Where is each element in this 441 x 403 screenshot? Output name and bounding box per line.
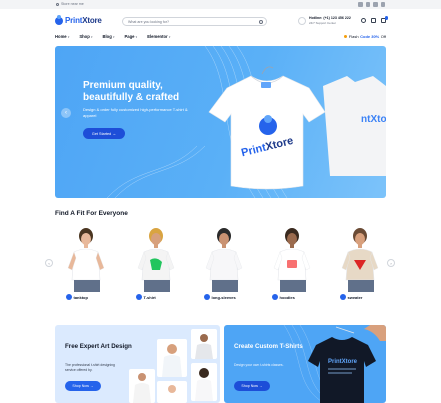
cart-badge [384,16,388,20]
category-model-image [205,228,243,292]
chevron-down-icon: ▾ [112,35,115,39]
search-placeholder: What are you looking for? [128,20,169,25]
chevron-down-icon: ▾ [168,35,171,39]
facebook-icon[interactable] [358,2,363,7]
black-shirt-brand-part-b: Xtore [342,359,358,365]
category-model-image [273,228,311,292]
hero-banner: ‹ Premium quality, beautifully & crafted… [55,46,386,198]
promo-code: Code 30% [360,34,380,39]
logo-text-part-b: Xtore [82,15,102,25]
promo-card-art-design[interactable]: Free Expert Art Design The professional … [55,325,220,403]
card-title: Free Expert Art Design [65,343,132,350]
category-item[interactable]: sweater [340,228,390,300]
shop-now-button[interactable]: Shop Now → [65,381,101,391]
black-shirt-brand-part-a: Print [328,359,342,365]
category-dot-icon [272,294,278,300]
category-pill[interactable]: T-shirt [136,294,156,300]
category-model-image [137,228,175,292]
category-model-image [341,228,379,292]
hero-tshirt-image: ntXtore PrintXtore [208,66,386,190]
promo-card-custom-tshirts[interactable]: Create Custom T-Shirts Design your own t… [224,325,386,403]
chevron-down-icon: ▾ [67,35,70,39]
nav-item-page[interactable]: Page ▾ [124,34,137,39]
category-pill[interactable]: hoodies [272,294,295,300]
card-subtitle: The professional t-shirt designing servi… [65,363,115,372]
logo-mark-icon [55,15,63,25]
nav-item-shop-label: Shop [79,34,90,39]
youtube-icon[interactable] [380,2,385,7]
category-label: sweater [347,294,363,300]
heart-icon[interactable] [371,18,376,23]
header-actions [361,16,388,23]
category-item[interactable]: hoodies [272,228,322,300]
category-model-image [67,228,105,292]
main-nav: Home ▾ Shop ▾ Blog ▾ Page ▾ Elementor ▾ [55,34,170,39]
store-locator[interactable]: Store near me [56,2,84,6]
search-input[interactable]: What are you looking for? [122,17,267,26]
category-label: T-shirt [143,294,156,300]
instagram-icon[interactable] [373,2,378,7]
bolt-icon [344,35,348,38]
nav-item-page-label: Page [124,34,135,39]
category-dot-icon [204,294,210,300]
back-shirt-brand: ntXtore [361,114,386,125]
twitter-icon[interactable] [365,2,370,7]
categories-prev-arrow[interactable]: ‹ [45,259,53,267]
nav-item-blog-label: Blog [102,34,112,39]
logo-text: PrintXtore [65,16,102,25]
category-item[interactable]: tanktop [66,228,116,300]
promo-prefix: Flash [348,34,359,39]
location-pin-icon [56,2,59,6]
category-dot-icon [136,294,142,300]
category-item[interactable]: long-sleeves [204,228,254,300]
social-links [358,2,385,7]
nav-item-blog[interactable]: Blog ▾ [102,34,114,39]
hotline-sub: 24/7 Support Center [309,21,337,25]
user-icon[interactable] [361,18,366,23]
site-header: PrintXtore What are you looking for? Hot… [0,9,441,33]
nav-item-elementor-label: Elementor [147,34,168,39]
black-tshirt-image: PrintXtore [308,325,386,403]
site-logo[interactable]: PrintXtore [55,15,102,25]
category-item[interactable]: T-shirt [136,228,186,300]
nav-item-home[interactable]: Home ▾ [55,34,69,39]
category-dot-icon [340,294,346,300]
search-icon[interactable] [259,20,263,24]
category-pill[interactable]: sweater [340,294,362,300]
hotline: Hotline: (+1) 123 456 222 24/7 Support C… [298,16,351,25]
top-bar: Store near me [0,0,441,9]
cart-icon[interactable] [381,16,388,23]
categories-title: Find A Fit For Everyone [55,210,128,217]
nav-item-elementor[interactable]: Elementor ▾ [147,34,170,39]
phone-icon [298,16,306,25]
chevron-down-icon: ▾ [90,35,93,39]
promo-suffix: Off [380,34,386,39]
logo-text-part-a: Print [65,15,83,25]
nav-item-home-label: Home [55,34,67,39]
flash-promo[interactable]: Flash Code 30% Off [344,34,386,39]
category-dot-icon [66,294,72,300]
nav-item-shop[interactable]: Shop ▾ [79,34,92,39]
category-label: tanktop [73,294,88,300]
category-label: long-sleeves [211,294,236,300]
chevron-down-icon: ▾ [135,35,138,39]
store-locator-label: Store near me [61,2,84,6]
hotline-number[interactable]: Hotline: (+1) 123 456 222 [309,16,351,20]
category-pill[interactable]: long-sleeves [204,294,236,300]
category-label: hoodies [279,294,295,300]
black-shirt-brand: PrintXtore [328,359,358,365]
category-pill[interactable]: tanktop [66,294,88,300]
